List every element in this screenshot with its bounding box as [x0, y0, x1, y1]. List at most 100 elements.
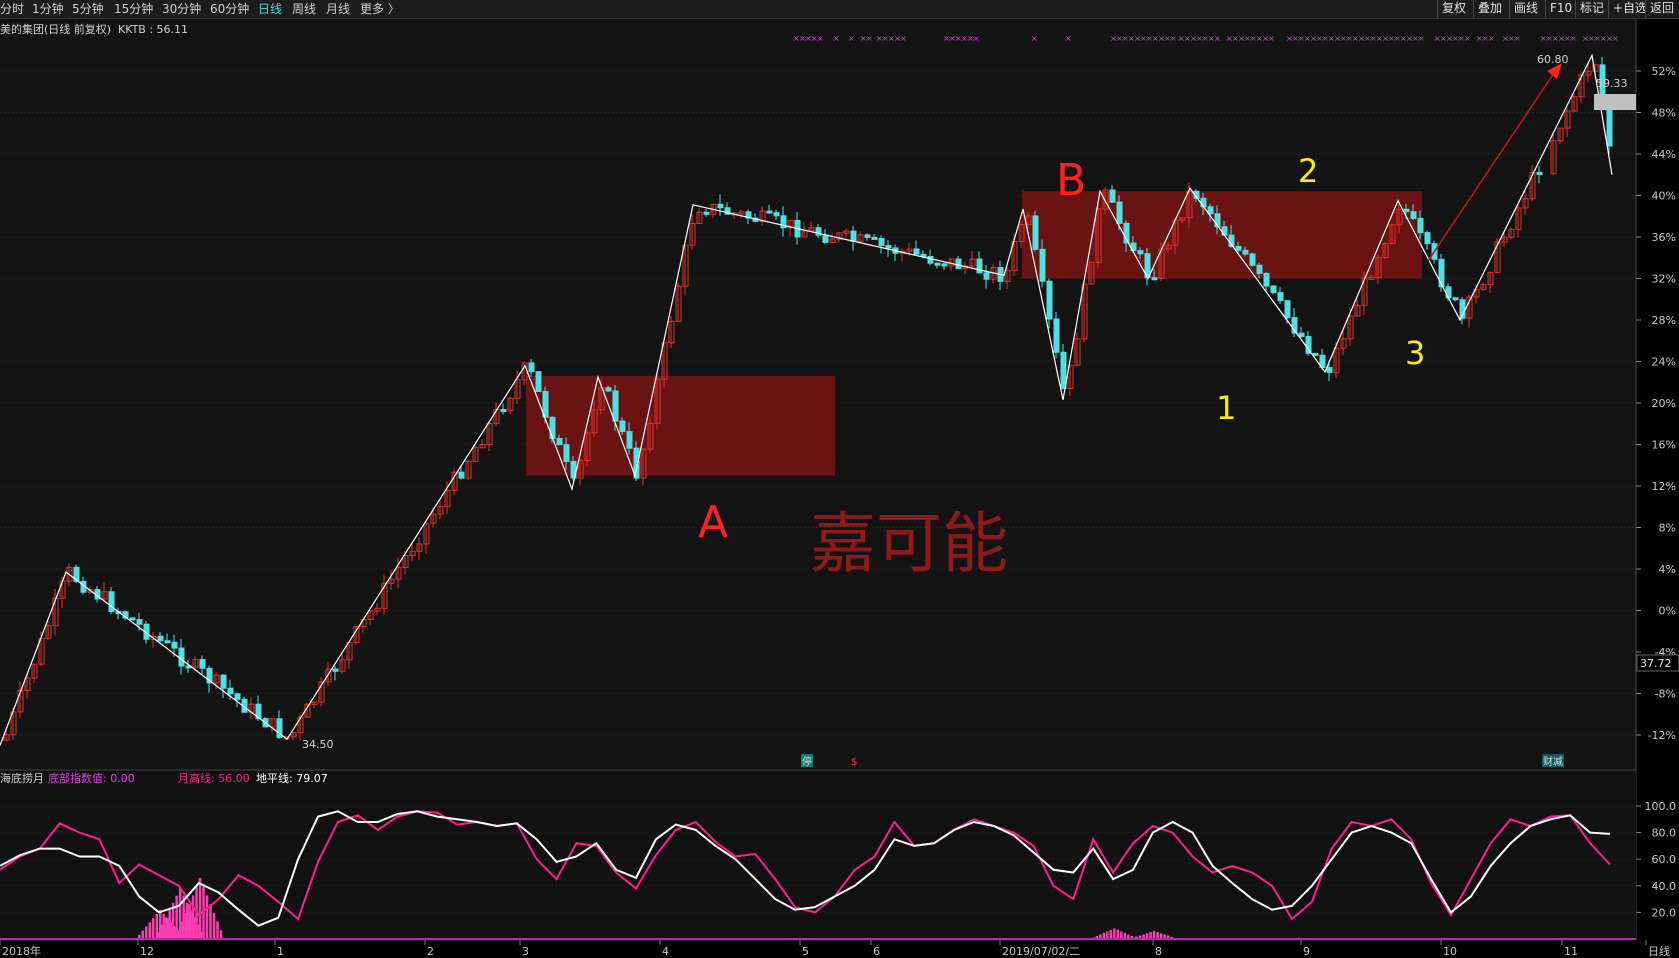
price-tick-label: 36%	[1652, 231, 1676, 244]
time-tick-label: 2	[427, 945, 434, 958]
candle-body	[1284, 300, 1291, 319]
candle-body	[927, 255, 934, 264]
candle-body	[1403, 208, 1410, 213]
candle-body	[773, 212, 780, 217]
candle-body	[1417, 217, 1424, 234]
time-tick-label: 5	[802, 945, 809, 958]
back-button[interactable]: 返回	[1645, 0, 1679, 18]
bottom-index-bar	[152, 918, 155, 939]
price-tick-label: 40%	[1652, 190, 1676, 203]
candle-body	[234, 693, 241, 700]
period-tab-60min[interactable]: 60分钟	[210, 1, 249, 17]
candle-body	[717, 203, 724, 209]
bottom-index-bar	[188, 904, 191, 939]
watermark-text: 嘉可能	[810, 505, 1008, 582]
bottom-index-bar	[181, 921, 184, 939]
candle-body	[549, 416, 556, 440]
period-tab-5min[interactable]: 5分钟	[72, 1, 104, 17]
signal-x: ×	[1065, 34, 1072, 43]
bottom-index-bar	[191, 895, 195, 939]
mark-button[interactable]: 标记	[1575, 0, 1609, 18]
period-tab-15min[interactable]: 15分钟	[114, 1, 153, 17]
candle-body	[1445, 286, 1452, 299]
candle-body	[619, 420, 626, 433]
period-tab-daily[interactable]: 日线	[258, 1, 282, 17]
signal-x: ×	[1514, 34, 1521, 43]
zone-a-label: A	[698, 497, 728, 548]
signal-x: ×	[973, 34, 980, 43]
signal-x: ×	[817, 34, 824, 43]
time-tick-label: 11	[1564, 945, 1578, 958]
price-tick-label: 8%	[1659, 522, 1676, 535]
candle-body	[1326, 367, 1333, 373]
time-tick-label: 12	[140, 945, 154, 958]
candle-body	[220, 674, 227, 689]
suspension-marker: 停	[802, 755, 812, 768]
time-tick-label: 6	[873, 945, 880, 958]
bottom-index-bar	[157, 931, 161, 939]
period-tab-30min[interactable]: 30分钟	[162, 1, 201, 17]
chart-title: 美的集团(日线 前复权)	[0, 22, 111, 36]
bottom-index-bar	[175, 895, 178, 939]
time-tick-label: 8	[1155, 945, 1162, 958]
time-tick-label: 日线	[1648, 944, 1670, 958]
bottom-index-bar	[209, 904, 212, 939]
restore-rights-button[interactable]: 复权	[1437, 0, 1471, 18]
signal-x: ×	[1418, 34, 1425, 43]
f10-button[interactable]: F10	[1545, 0, 1577, 18]
bottom-index-bar	[212, 912, 216, 939]
candle-body	[556, 438, 563, 446]
candle-body	[164, 640, 171, 644]
signal-x: ×	[1214, 34, 1221, 43]
candle-body	[1410, 211, 1417, 219]
time-tick-label: 2018年	[2, 944, 41, 958]
marker-price-label: 59.33	[1596, 77, 1628, 90]
candle-body	[129, 617, 136, 621]
bottom-index-bar	[161, 924, 164, 939]
overlay-button[interactable]: 叠加	[1473, 0, 1507, 18]
candle-body	[171, 641, 178, 649]
candle-body	[1221, 226, 1228, 236]
candle-body	[136, 619, 143, 625]
bottom-index-bar	[216, 921, 219, 939]
bottom-index-bar	[1106, 931, 1109, 939]
price-tick-label: -12%	[1648, 729, 1676, 742]
candle-body	[563, 444, 570, 462]
candle-body	[1270, 285, 1277, 294]
candle-body	[766, 210, 773, 214]
price-tick-label: 20%	[1652, 397, 1676, 410]
period-tab-more[interactable]: 更多 〉	[360, 1, 400, 17]
candle-body	[535, 371, 542, 392]
horizon-label: 地平线: 79.07	[256, 771, 328, 785]
period-tab-intraday[interactable]: 分时	[0, 1, 24, 17]
candle-body	[913, 248, 920, 255]
candle-body	[703, 211, 710, 215]
finance-marker: 财减	[1543, 755, 1563, 768]
candle-body	[227, 687, 234, 695]
candle-body	[983, 272, 990, 280]
candle-body	[157, 635, 164, 642]
marker-price-box	[1594, 94, 1636, 110]
period-tab-monthly[interactable]: 月线	[326, 1, 350, 17]
candle-body	[458, 471, 465, 479]
candle-body	[1263, 272, 1270, 287]
bottom-index-bar	[1113, 928, 1116, 939]
zone-b-label: B	[1056, 155, 1086, 206]
candle-body	[1151, 277, 1158, 281]
period-tab-weekly[interactable]: 周线	[292, 1, 316, 17]
time-tick-label: 3	[522, 945, 529, 958]
signal-x: ×	[1464, 34, 1471, 43]
candle-body	[1536, 171, 1543, 175]
signal-x: ×	[1570, 34, 1577, 43]
dividend-marker: $	[851, 757, 857, 768]
stock-chart[interactable]: 52% 48% 44% 40% 36% 32% 28% 24% 20% 16% 12% 8% 4% 0% -…	[0, 19, 1679, 958]
time-tick-label: 1	[277, 945, 284, 958]
candle-body	[1046, 280, 1053, 320]
period-tab-1min[interactable]: 1分钟	[32, 1, 64, 17]
time-tick-label: 9	[1303, 945, 1310, 958]
indicator-tick-label: 100.0	[1645, 800, 1677, 813]
draw-line-button[interactable]: 画线	[1509, 0, 1543, 18]
indicator-tick-label: 80.0	[1652, 827, 1677, 840]
bottom-index-bar	[164, 917, 168, 939]
signal-x: ×	[833, 34, 840, 43]
